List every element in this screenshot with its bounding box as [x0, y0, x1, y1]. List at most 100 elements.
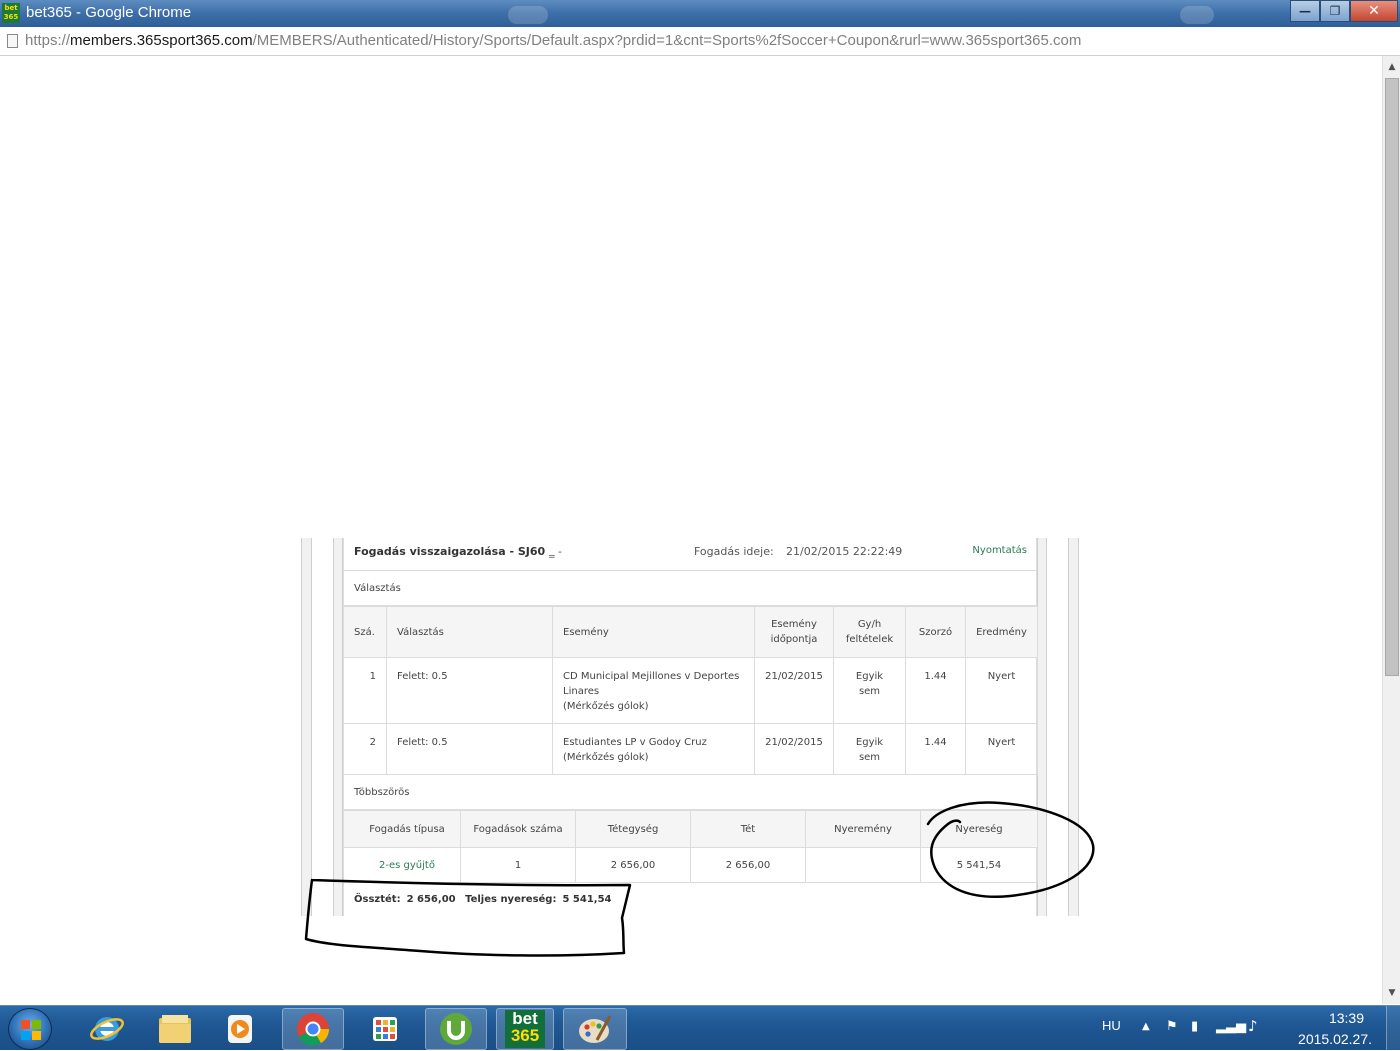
close-button[interactable]: ✕: [1350, 0, 1398, 22]
selections-header-row: Szá. Választás Esemény Esemény időpontja…: [343, 606, 1038, 658]
title-bar-glass-highlight: [1180, 6, 1214, 24]
odds-cell: 1.44: [905, 723, 966, 775]
url-field[interactable]: https://members.365sport365.com/MEMBERS/…: [25, 32, 1145, 52]
row-number: 2: [343, 723, 387, 775]
event-market: (Mérkőzés gólok): [563, 752, 649, 763]
event-name: Estudiantes LP v Godoy Cruz: [563, 737, 707, 748]
col-header-profit: Nyereség: [920, 810, 1038, 848]
selections-table: Szá. Választás Esemény Esemény időpontja…: [343, 606, 1038, 775]
col-header-unit-stake: Tétegység: [575, 810, 691, 848]
multiples-section-label: Többszörös: [343, 775, 1037, 810]
each-way-cell: Egyik sem: [833, 723, 906, 775]
taskbar-google-chrome[interactable]: [282, 1008, 344, 1050]
event-market: (Mérkőzés gólok): [563, 701, 649, 712]
selections-section-label: Választás: [343, 571, 1037, 606]
panel-right-border: [1037, 538, 1047, 916]
profit-cell: 5 541,54: [920, 847, 1038, 883]
window-title: bet365 - Google Chrome: [26, 4, 192, 21]
windows-taskbar: bet 365 HU ▲ ⚑ ▮ ▂▃▅ ♪ 13:39 2015.02.27.: [0, 1005, 1400, 1051]
scroll-up-arrow-icon[interactable]: ▲: [1383, 58, 1400, 76]
bet-time-label: Fogadás ideje:: [694, 545, 774, 558]
paint-palette-icon: [579, 1015, 612, 1043]
system-tray: HU ▲ ⚑ ▮ ▂▃▅ ♪ 13:39 2015.02.27.: [1090, 1006, 1400, 1051]
vertical-scrollbar[interactable]: ▲ ▼: [1382, 56, 1400, 1004]
folder-icon: [159, 1015, 191, 1043]
scroll-thumb[interactable]: [1385, 78, 1399, 676]
table-row: 2 Felett: 0.5 Estudiantes LP v Godoy Cru…: [343, 723, 1038, 775]
media-player-icon: [228, 1015, 252, 1043]
col-header-event-time: Esemény időpontja: [754, 606, 834, 658]
page-right-rail: [1068, 538, 1079, 916]
taskbar-app-launcher[interactable]: [355, 1008, 415, 1050]
internet-explorer-icon: [90, 1017, 124, 1041]
odds-cell: 1.44: [905, 657, 966, 724]
bet-time-value: 21/02/2015 22:22:49: [786, 545, 903, 558]
col-header-stake: Tét: [690, 810, 806, 848]
network-error-icon[interactable]: ⚑: [1166, 1019, 1178, 1034]
unit-stake-cell: 2 656,00: [575, 847, 691, 883]
col-header-num-bets: Fogadások száma: [460, 810, 576, 848]
print-link[interactable]: Nyomtatás: [972, 545, 1027, 556]
col-header-no: Szá.: [343, 606, 387, 658]
maximize-button[interactable]: ❐: [1320, 0, 1350, 22]
bet-totals: Össztét: 2 656,00 Teljes nyereség: 5 541,5…: [354, 894, 618, 905]
event-cell: Estudiantes LP v Godoy Cruz (Mérkőzés gól…: [552, 723, 755, 775]
url-scheme: https://: [25, 32, 71, 49]
total-stake-value: 2 656,00: [406, 894, 456, 905]
taskbar-file-explorer[interactable]: [146, 1008, 204, 1050]
event-time-cell: 21/02/2015: [754, 723, 834, 775]
page-icon: [7, 34, 18, 48]
stake-cell: 2 656,00: [690, 847, 806, 883]
total-return-value: 5 541,54: [562, 894, 612, 905]
multiples-table: Fogadás típusa Fogadások száma Tétegység…: [343, 810, 1038, 883]
event-time-cell: 21/02/2015: [754, 657, 834, 724]
window-controls: — ❐ ✕: [1290, 0, 1398, 22]
address-bar[interactable]: https://members.365sport365.com/MEMBERS/…: [0, 27, 1400, 56]
taskbar-media-player[interactable]: [214, 1008, 266, 1050]
clock-date[interactable]: 2015.02.27.: [1298, 1031, 1372, 1047]
table-row: 1 Felett: 0.5 CD Municipal Mejillones v …: [343, 657, 1038, 724]
title-bar-glass-highlight: [508, 6, 548, 24]
col-header-odds: Szorzó: [905, 606, 966, 658]
window-title-bar[interactable]: bet 365 bet365 - Google Chrome — ❐ ✕: [0, 0, 1400, 27]
selection-cell: Felett: 0.5: [386, 657, 553, 724]
bet-confirmation-header: Fogadás visszaigazolása - SJ60 ‗ - Fogad…: [343, 538, 1037, 571]
battery-icon[interactable]: ▮: [1191, 1019, 1198, 1034]
minimize-button[interactable]: —: [1290, 0, 1320, 22]
taskbar-bet365[interactable]: bet 365: [496, 1008, 554, 1050]
page-left-rail: [301, 538, 312, 916]
col-header-event: Esemény: [552, 606, 755, 658]
total-stake-label: Össztét:: [354, 894, 401, 905]
col-header-winnings: Nyeremény: [805, 810, 921, 848]
bet365-favicon-icon: bet 365: [2, 3, 20, 23]
col-header-result: Eredmény: [965, 606, 1038, 658]
result-cell: Nyert: [965, 657, 1038, 724]
clock-time[interactable]: 13:39: [1329, 1010, 1364, 1026]
total-return-label: Teljes nyereség:: [465, 894, 557, 905]
language-indicator[interactable]: HU: [1102, 1018, 1121, 1033]
signal-strength-icon[interactable]: ▂▃▅: [1216, 1019, 1246, 1034]
bet-confirmation-title: Fogadás visszaigazolása - SJ60 ‗ -: [354, 545, 563, 558]
each-way-cell: Egyik sem: [833, 657, 906, 724]
taskbar-internet-explorer[interactable]: [78, 1008, 136, 1050]
chrome-icon: [297, 1013, 330, 1046]
bet-type-link[interactable]: 2-es gyűjtő: [343, 847, 461, 883]
show-hidden-icons-arrow-icon[interactable]: ▲: [1142, 1021, 1150, 1032]
row-number: 1: [343, 657, 387, 724]
col-header-each-way: Gy/h feltételek: [833, 606, 906, 658]
volume-icon[interactable]: ♪: [1248, 1017, 1258, 1035]
col-header-selection: Választás: [386, 606, 553, 658]
taskbar-paint[interactable]: [563, 1008, 627, 1050]
url-path: /MEMBERS/Authenticated/History/Sports/De…: [252, 32, 1082, 49]
scroll-down-arrow-icon[interactable]: ▼: [1383, 984, 1400, 1002]
result-cell: Nyert: [965, 723, 1038, 775]
start-button[interactable]: [8, 1008, 52, 1050]
utorrent-icon: [440, 1013, 472, 1045]
show-desktop-button[interactable]: [1386, 1006, 1400, 1051]
url-host: members.365sport365.com: [70, 32, 253, 49]
table-row: 2-es gyűjtő 1 2 656,00 2 656,00 5 541,54: [343, 847, 1038, 883]
event-cell: CD Municipal Mejillones v Deportes Linar…: [552, 657, 755, 724]
multiples-header-row: Fogadás típusa Fogadások száma Tétegység…: [343, 810, 1038, 848]
panel-left-border: [333, 538, 343, 916]
taskbar-utorrent[interactable]: [425, 1008, 487, 1050]
